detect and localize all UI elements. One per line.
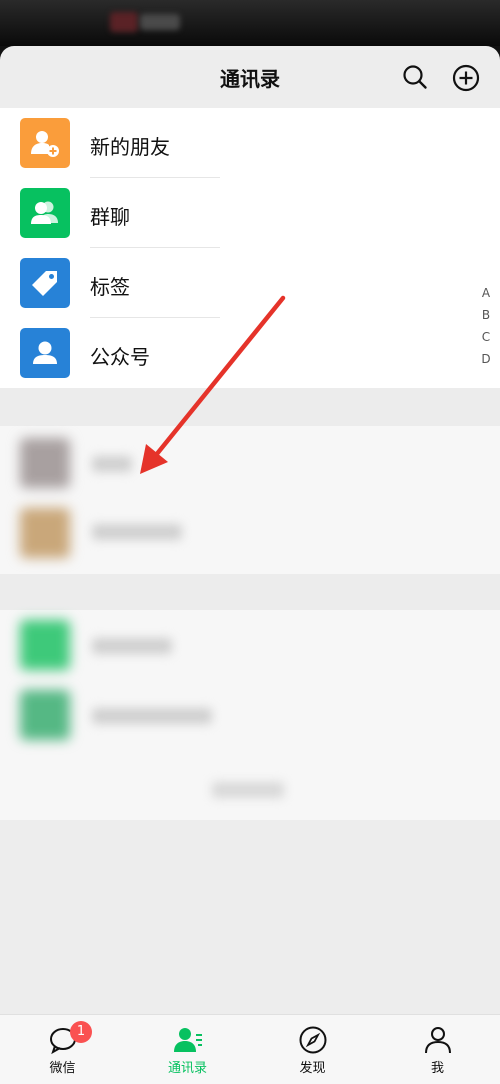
avatar[interactable] — [20, 690, 70, 740]
page-title: 通讯录 — [220, 66, 280, 91]
section-header-blurred — [0, 388, 500, 426]
contact-name-blurred — [92, 708, 212, 724]
add-friend-icon — [20, 118, 70, 168]
compass-icon — [299, 1026, 326, 1054]
menu-row-new-friends[interactable]: 新的朋友 — [0, 108, 500, 178]
section-header-blurred — [0, 574, 500, 610]
menu-label: 标签 — [90, 275, 130, 299]
search-icon[interactable] — [402, 64, 428, 90]
contact-name-blurred — [92, 524, 182, 540]
official-account-icon — [20, 328, 70, 378]
menu-row-tags[interactable]: 标签 — [0, 248, 500, 318]
contact-name-blurred — [92, 456, 132, 472]
menu-row-official-accounts[interactable]: 公众号 — [0, 318, 500, 388]
blurred-status-element — [140, 14, 180, 30]
blurred-status-element — [110, 12, 138, 32]
menu-label: 群聊 — [90, 205, 130, 229]
avatar[interactable] — [20, 438, 70, 488]
index-letter[interactable]: D — [479, 348, 493, 370]
contact-group-blurred — [0, 426, 500, 574]
tab-label: 通讯录 — [167, 1061, 207, 1076]
plus-circle-icon[interactable] — [452, 64, 480, 92]
avatar[interactable] — [20, 508, 70, 558]
contact-count-text — [212, 782, 284, 798]
contact-count-blurred — [0, 760, 500, 820]
avatar[interactable] — [20, 620, 70, 670]
status-bar — [0, 0, 500, 46]
contacts-list: 新的朋友 群聊 标签 公众号 — [0, 108, 500, 388]
tab-discover[interactable]: 发现 — [250, 1015, 375, 1084]
contact-name-blurred — [92, 638, 172, 654]
menu-label: 新的朋友 — [90, 135, 170, 159]
tab-label: 微信 — [49, 1061, 76, 1076]
alphabet-index[interactable]: A B C D — [479, 282, 493, 370]
contacts-icon — [173, 1028, 202, 1052]
tab-bar: 1 微信 通讯录 发现 我 — [0, 1014, 500, 1084]
header: 通讯录 — [0, 46, 500, 108]
menu-row-group-chats[interactable]: 群聊 — [0, 178, 500, 248]
index-letter[interactable]: C — [479, 326, 493, 348]
tab-contacts[interactable]: 通讯录 — [125, 1015, 250, 1084]
tab-label: 发现 — [299, 1061, 326, 1076]
person-icon — [424, 1027, 451, 1054]
unread-badge: 1 — [70, 1021, 92, 1043]
index-letter[interactable]: B — [479, 304, 493, 326]
menu-label: 公众号 — [90, 345, 150, 369]
contacts-sheet: 通讯录 新的朋友 群聊 标签 公众号 — [0, 46, 500, 1084]
contact-group-blurred — [0, 610, 500, 760]
tab-chats[interactable]: 1 微信 — [0, 1015, 125, 1084]
group-icon — [20, 188, 70, 238]
tab-me[interactable]: 我 — [375, 1015, 500, 1084]
tag-icon — [20, 258, 70, 308]
tab-label: 我 — [430, 1061, 444, 1076]
index-letter[interactable]: A — [479, 282, 493, 304]
